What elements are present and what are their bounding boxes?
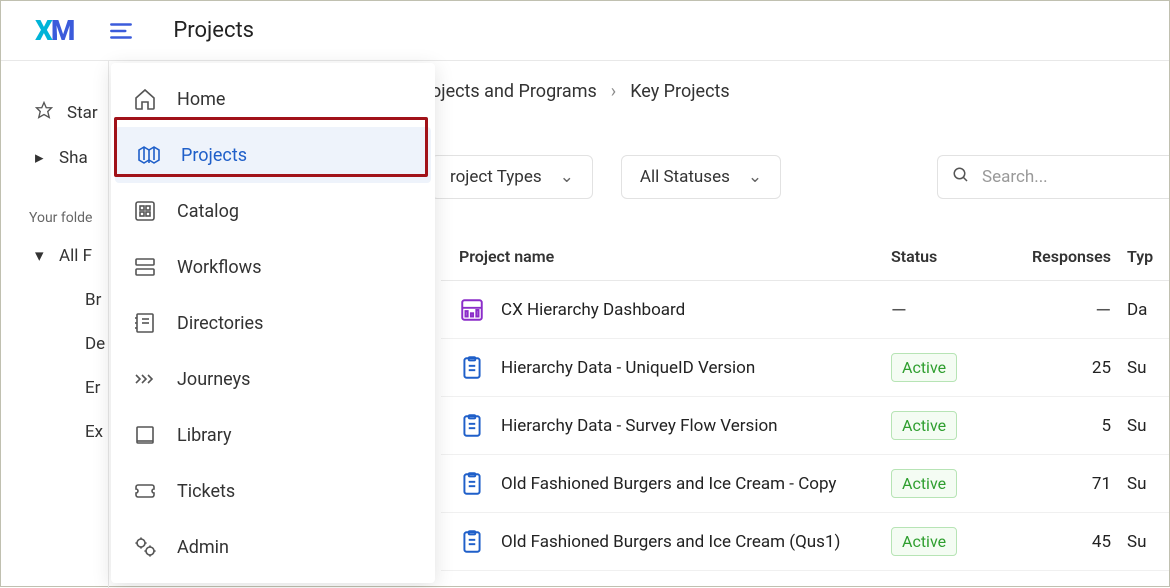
sidebar-all-folders[interactable]: ▾ All F	[1, 234, 108, 278]
catalog-icon	[131, 197, 159, 225]
projects-icon	[135, 141, 163, 169]
project-name: Old Fashioned Burgers and Ice Cream - Co…	[501, 474, 836, 494]
status-value: —	[891, 298, 907, 322]
responses-value: 45	[1015, 532, 1123, 552]
nav-item-workflows[interactable]: Workflows	[111, 239, 435, 295]
nav-item-label: Admin	[177, 537, 229, 558]
survey-icon	[459, 529, 485, 555]
nav-item-admin[interactable]: Admin	[111, 519, 435, 575]
page-title: Projects	[173, 18, 254, 43]
chevron-right-icon: ›	[611, 81, 616, 102]
sidebar-folders-heading: Your folde	[1, 180, 108, 234]
survey-icon	[459, 471, 485, 497]
type-value: Su	[1123, 358, 1170, 378]
xm-logo: XM	[35, 14, 73, 47]
sidebar-shared-label: Sha	[59, 148, 88, 168]
nav-item-label: Home	[177, 89, 225, 110]
nav-item-label: Directories	[177, 313, 263, 334]
sidebar-subfolder[interactable]: Br	[1, 278, 108, 322]
th-type[interactable]: Typ	[1123, 247, 1170, 266]
sidebar-subfolder[interactable]: De	[1, 322, 108, 366]
sidebar-all-label: All F	[59, 246, 92, 266]
survey-icon	[459, 413, 485, 439]
project-name: Hierarchy Data - UniqueID Version	[501, 358, 755, 378]
th-name[interactable]: Project name	[441, 247, 891, 266]
tickets-icon	[131, 477, 159, 505]
search-input[interactable]	[982, 167, 1170, 187]
sidebar-subfolder[interactable]: Er	[1, 366, 108, 410]
home-icon	[131, 85, 159, 113]
table-row[interactable]: Hierarchy Data - Survey Flow Version Act…	[441, 397, 1169, 455]
star-icon	[35, 101, 53, 124]
caret-down-icon: ▾	[35, 246, 45, 266]
nav-item-label: Workflows	[177, 257, 262, 278]
breadcrumb-level2[interactable]: Key Projects	[630, 81, 729, 102]
nav-item-label: Journeys	[177, 369, 250, 390]
filter-bar: roject Types ⌄ All Statuses ⌄	[431, 155, 781, 199]
filter-label: roject Types	[450, 167, 542, 187]
responses-value: 71	[1015, 474, 1123, 494]
caret-right-icon: ▸	[35, 148, 45, 168]
sidebar: Star ▸ Sha Your folde ▾ All F Br De Er E…	[1, 61, 109, 588]
responses-value: —	[1095, 298, 1111, 322]
main-nav-dropdown: Home Projects Catalog Workflows Director…	[111, 63, 435, 583]
search-box[interactable]	[937, 155, 1169, 199]
type-value: Su	[1123, 416, 1170, 436]
nav-item-home[interactable]: Home	[111, 71, 435, 127]
library-icon	[131, 421, 159, 449]
filter-label: All Statuses	[640, 167, 730, 187]
breadcrumb-level1[interactable]: ojects and Programs	[431, 81, 597, 102]
projects-table: Project name Status Responses Typ CX Hie…	[441, 233, 1169, 571]
responses-value: 5	[1015, 416, 1123, 436]
search-icon	[952, 166, 970, 188]
chevron-down-icon: ⌄	[748, 167, 762, 187]
admin-icon	[131, 533, 159, 561]
table-row[interactable]: Hierarchy Data - UniqueID Version Active…	[441, 339, 1169, 397]
topbar: XM Projects	[1, 1, 1169, 61]
nav-item-tickets[interactable]: Tickets	[111, 463, 435, 519]
nav-item-library[interactable]: Library	[111, 407, 435, 463]
directories-icon	[131, 309, 159, 337]
nav-item-label: Tickets	[177, 481, 235, 502]
responses-value: 25	[1015, 358, 1123, 378]
workflows-icon	[131, 253, 159, 281]
status-badge: Active	[891, 527, 957, 556]
nav-item-journeys[interactable]: Journeys	[111, 351, 435, 407]
project-name: Hierarchy Data - Survey Flow Version	[501, 416, 778, 436]
type-value: Da	[1123, 300, 1170, 320]
hamburger-menu-button[interactable]	[103, 13, 139, 49]
journeys-icon	[131, 365, 159, 393]
filter-project-types[interactable]: roject Types ⌄	[431, 155, 593, 199]
th-status[interactable]: Status	[891, 247, 1015, 266]
sidebar-starred-label: Star	[67, 103, 98, 123]
sidebar-subfolder[interactable]: Ex	[1, 410, 108, 454]
nav-item-catalog[interactable]: Catalog	[111, 183, 435, 239]
status-badge: Active	[891, 353, 957, 382]
dashboard-icon	[459, 297, 485, 323]
breadcrumb: ojects and Programs › Key Projects	[431, 81, 730, 102]
table-row[interactable]: Old Fashioned Burgers and Ice Cream - Co…	[441, 455, 1169, 513]
project-name: Old Fashioned Burgers and Ice Cream (Qus…	[501, 532, 840, 552]
table-row[interactable]: CX Hierarchy Dashboard — — Da	[441, 281, 1169, 339]
sidebar-shared[interactable]: ▸ Sha	[1, 136, 108, 180]
chevron-down-icon: ⌄	[560, 167, 574, 187]
sidebar-starred[interactable]: Star	[1, 89, 108, 136]
project-name: CX Hierarchy Dashboard	[501, 300, 685, 320]
table-header: Project name Status Responses Typ	[441, 233, 1169, 281]
nav-item-label: Library	[177, 425, 232, 446]
table-row[interactable]: Old Fashioned Burgers and Ice Cream (Qus…	[441, 513, 1169, 571]
survey-icon	[459, 355, 485, 381]
th-responses[interactable]: Responses	[1015, 247, 1123, 266]
nav-item-directories[interactable]: Directories	[111, 295, 435, 351]
status-badge: Active	[891, 411, 957, 440]
type-value: Su	[1123, 532, 1170, 552]
status-badge: Active	[891, 469, 957, 498]
filter-all-statuses[interactable]: All Statuses ⌄	[621, 155, 781, 199]
nav-item-label: Catalog	[177, 201, 239, 222]
nav-item-label: Projects	[181, 145, 247, 166]
type-value: Su	[1123, 474, 1170, 494]
nav-item-projects[interactable]: Projects	[115, 127, 431, 183]
